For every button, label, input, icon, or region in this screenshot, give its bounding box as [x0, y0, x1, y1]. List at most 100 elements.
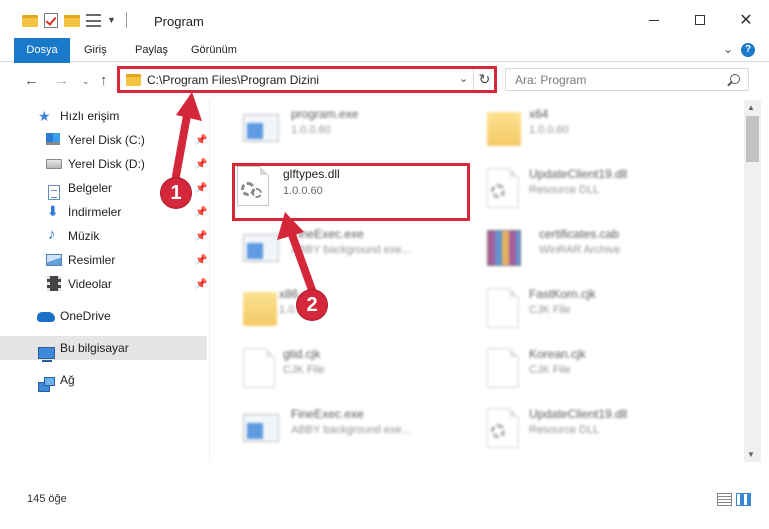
help-button[interactable]: ? [741, 43, 755, 57]
file-detail: Resource DLL [529, 184, 600, 196]
list-item[interactable]: FastKorn.cjk CJK File [479, 282, 719, 334]
expand-ribbon-chevron-icon[interactable]: ⌄ [723, 42, 733, 56]
close-button[interactable]: ✕ [723, 0, 769, 40]
sidebar-item-pictures[interactable]: Resimler 📌 [0, 248, 207, 272]
sidebar-item-label: OneDrive [60, 309, 111, 323]
scroll-up-icon[interactable]: ▲ [747, 103, 755, 112]
sidebar-item-quick-access[interactable]: ★ Hızlı erişim [0, 104, 207, 128]
sidebar-item-label: Yerel Disk (D:) [68, 157, 145, 171]
sidebar-item-label: Belgeler [68, 181, 113, 195]
sidebar-item-videos[interactable]: Videolar 📌 [0, 272, 207, 296]
scroll-down-icon[interactable]: ▼ [747, 450, 755, 459]
file-detail: CJK File [529, 364, 571, 376]
properties-check-icon[interactable] [44, 12, 58, 28]
sidebar-item-network[interactable]: Ağ [0, 368, 207, 392]
address-highlight-box [117, 66, 497, 93]
new-folder-icon[interactable] [64, 15, 80, 27]
list-item[interactable]: Korean.cjk CJK File [479, 342, 719, 394]
file-name: x64 [529, 107, 549, 121]
sidebar-item-label: Videolar [68, 277, 112, 291]
sidebar-item-label: Resimler [68, 253, 116, 267]
file-detail: CJK File [283, 364, 325, 376]
downloads-icon: ⬇ [47, 203, 59, 219]
list-item[interactable]: UpdateClient19.dll Resource DLL [479, 402, 719, 454]
file-name: gtid.cjk [283, 347, 321, 361]
sidebar-item-label: Müzik [68, 229, 100, 243]
file-detail: 1.0.0.60 [291, 124, 331, 136]
sidebar-item-onedrive[interactable]: OneDrive [0, 304, 207, 328]
sidebar-item-label: Bu bilgisayar [60, 341, 129, 355]
tab-view[interactable]: Görünüm [191, 38, 237, 62]
pin-icon[interactable]: 📌 [195, 183, 207, 194]
file-detail: WinRAR Archive [539, 244, 621, 256]
list-item[interactable]: FineExec.exe ABBY background exe... [235, 222, 475, 274]
pin-icon[interactable]: 📌 [195, 255, 207, 266]
folder-icon [22, 15, 38, 27]
item-count: 145 öğe [27, 493, 67, 505]
title-separator [125, 12, 127, 28]
list-item[interactable]: FineExec.exe ABBY background exe... [235, 402, 475, 454]
archive-icon [487, 228, 521, 268]
network-icon [38, 377, 55, 392]
sidebar-item-label: Ağ [60, 373, 75, 387]
folder-icon [487, 108, 521, 148]
exe-icon [243, 228, 279, 268]
dll-icon [487, 408, 521, 448]
file-detail: Resource DLL [529, 424, 600, 436]
sidebar-item-label: İndirmeler [68, 205, 122, 219]
videos-icon [47, 276, 61, 291]
search-input[interactable]: Ara: Program [505, 68, 749, 91]
list-item[interactable]: UpdateClient19.dll Resource DLL [479, 162, 719, 214]
navigation-pane: ★ Hızlı erişim Yerel Disk (C:) 📌 Yerel D… [0, 100, 210, 462]
vertical-scrollbar[interactable]: ▲ ▼ [744, 100, 761, 462]
file-detail: CJK File [529, 304, 571, 316]
cloud-icon [37, 312, 55, 322]
sidebar-item-label: Hızlı erişim [60, 109, 120, 123]
minimize-icon [649, 19, 659, 21]
pin-icon[interactable]: 📌 [195, 159, 207, 170]
tab-share[interactable]: Paylaş [135, 38, 168, 62]
list-item[interactable]: certificates.cab WinRAR Archive [479, 222, 719, 274]
sidebar-item-music[interactable]: ♪ Müzik 📌 [0, 224, 207, 248]
file-name: FastKorn.cjk [529, 287, 596, 301]
minimize-button[interactable] [631, 0, 677, 40]
sidebar-item-disk-d[interactable]: Yerel Disk (D:) 📌 [0, 152, 207, 176]
quick-access-toolbar: ▼ [22, 12, 131, 28]
tab-home[interactable]: Giriş [84, 38, 107, 62]
computer-icon [38, 347, 55, 362]
sidebar-item-disk-c[interactable]: Yerel Disk (C:) 📌 [0, 128, 207, 152]
pin-icon[interactable]: 📌 [195, 231, 207, 242]
pin-icon[interactable]: 📌 [195, 135, 207, 146]
window-title: Program [154, 14, 204, 29]
list-item[interactable]: x64 1.0.0.60 [479, 102, 719, 154]
customize-toolbar-chevron-icon[interactable]: ▼ [107, 15, 116, 25]
file-detail: ABBY background exe... [291, 424, 411, 436]
list-item[interactable]: program.exe 1.0.0.60 [235, 102, 475, 154]
view-switcher [717, 493, 751, 506]
list-item[interactable]: x86 1.0.0.60 [235, 282, 475, 334]
pictures-icon [46, 254, 62, 266]
star-icon: ★ [38, 108, 51, 124]
disk-d-icon [46, 159, 62, 169]
list-item[interactable]: gtid.cjk CJK File [235, 342, 475, 394]
rename-icon[interactable] [86, 13, 101, 27]
recent-locations-chevron-icon[interactable]: ⌄ [82, 76, 90, 87]
dll-icon [487, 168, 521, 208]
details-view-icon[interactable] [717, 493, 732, 506]
scrollbar-thumb[interactable] [746, 116, 759, 162]
documents-icon [48, 184, 60, 200]
back-arrow-icon[interactable]: ← [24, 72, 39, 89]
sidebar-item-label: Yerel Disk (C:) [68, 133, 145, 147]
callout-step-1: 1 [161, 178, 191, 208]
up-arrow-icon[interactable]: ↑ [100, 72, 108, 89]
forward-arrow-icon[interactable]: → [54, 72, 69, 89]
pin-icon[interactable]: 📌 [195, 207, 207, 218]
disk-c-icon [46, 133, 60, 145]
pin-icon[interactable]: 📌 [195, 279, 207, 290]
sidebar-item-this-pc[interactable]: Bu bilgisayar [0, 336, 207, 362]
tiles-view-icon[interactable] [736, 493, 751, 506]
maximize-button[interactable] [677, 0, 723, 40]
search-icon[interactable] [730, 74, 740, 84]
title-bar: ▼ Program ✕ [0, 0, 769, 40]
file-name: certificates.cab [539, 227, 620, 241]
